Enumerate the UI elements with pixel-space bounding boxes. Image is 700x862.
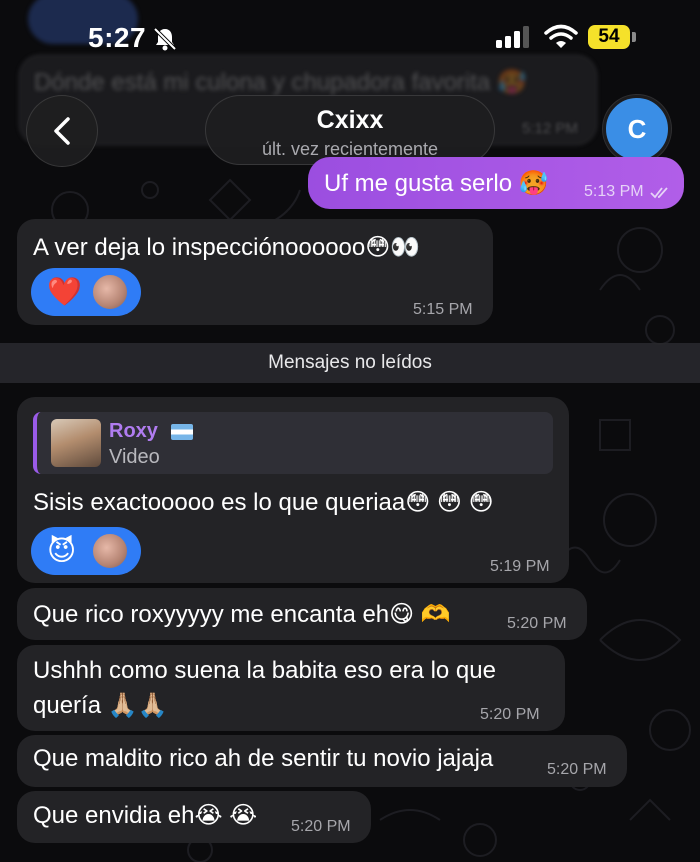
avatar-letter: C (627, 113, 647, 144)
chat-header[interactable]: Cxixx últ. vez recientemente (205, 95, 495, 165)
message-time: 5:20 PM (507, 615, 567, 632)
battery-level: 54 (598, 26, 620, 47)
message-time: 5:13 PM (584, 183, 644, 200)
previous-message-time: 5:12 PM (522, 120, 578, 137)
message-text: Que rico roxyyyyy me encanta eh😋 🫶 (33, 601, 451, 628)
reactor-avatar (91, 532, 129, 570)
message-text: Sisis exactooooo es lo que queriaa😳 😳 😳 (33, 489, 494, 516)
battery-indicator: 54 (588, 25, 630, 49)
message-text-line1: Ushhh como suena la babita eso era lo qu… (33, 657, 496, 684)
incoming-message-bubble[interactable]: A ver deja lo inspecciónoooooo😳👀 ❤️ 5:15… (17, 219, 493, 325)
reaction-chip[interactable]: 😈 (31, 527, 141, 575)
back-button[interactable] (26, 95, 98, 167)
message-text: Que maldito rico ah de sentir tu novio j… (33, 745, 494, 772)
status-bar: 5:27 54 (0, 0, 700, 72)
avatar[interactable]: C (603, 95, 671, 163)
message-text: Que envidia eh😭 😭 (33, 802, 258, 829)
video-thumbnail (51, 419, 101, 467)
incoming-message-bubble[interactable]: Que maldito rico ah de sentir tu novio j… (17, 735, 627, 787)
incoming-message-bubble[interactable]: Que envidia eh😭 😭 5:20 PM (17, 791, 371, 843)
message-time: 5:15 PM (413, 301, 473, 318)
reactor-avatar (91, 273, 129, 311)
incoming-message-bubble[interactable]: Que rico roxyyyyy me encanta eh😋 🫶 5:20 … (17, 588, 587, 640)
incoming-message-bubble[interactable]: Ushhh como suena la babita eso era lo qu… (17, 645, 565, 731)
unread-messages-divider: Mensajes no leídos (0, 343, 700, 383)
message-text-line2: quería 🙏🏼🙏🏼 (33, 692, 168, 719)
argentina-flag-icon (171, 424, 193, 440)
message-time: 5:19 PM (490, 558, 550, 575)
message-time: 5:20 PM (480, 706, 540, 723)
reply-quote[interactable]: Roxy Video (33, 412, 553, 474)
heart-reaction-icon: ❤️ (47, 276, 82, 307)
message-text: A ver deja lo inspecciónoooooo😳👀 (33, 234, 421, 261)
message-text: Uf me gusta serlo 🥵 (324, 170, 549, 197)
signal-icon (496, 26, 529, 48)
chevron-left-icon (54, 117, 70, 145)
previous-message-text: Dónde está mi culona y chupadora favorit… (34, 69, 527, 96)
reaction-chip[interactable]: ❤️ (31, 268, 141, 316)
message-time: 5:20 PM (547, 761, 607, 778)
double-check-icon (650, 187, 668, 199)
devil-reaction-icon: 😈 (47, 535, 77, 566)
battery-tip (632, 32, 636, 42)
status-time: 5:27 (88, 22, 147, 53)
outgoing-message-bubble[interactable]: Uf me gusta serlo 🥵 5:13 PM (308, 157, 684, 209)
chat-title: Cxixx (316, 106, 384, 134)
unread-divider-label: Mensajes no leídos (268, 352, 432, 373)
reply-author: Roxy (109, 420, 158, 442)
message-time: 5:20 PM (291, 818, 351, 835)
wifi-icon (544, 24, 578, 48)
reply-type: Video (109, 446, 160, 468)
bell-slash-icon (153, 27, 177, 51)
